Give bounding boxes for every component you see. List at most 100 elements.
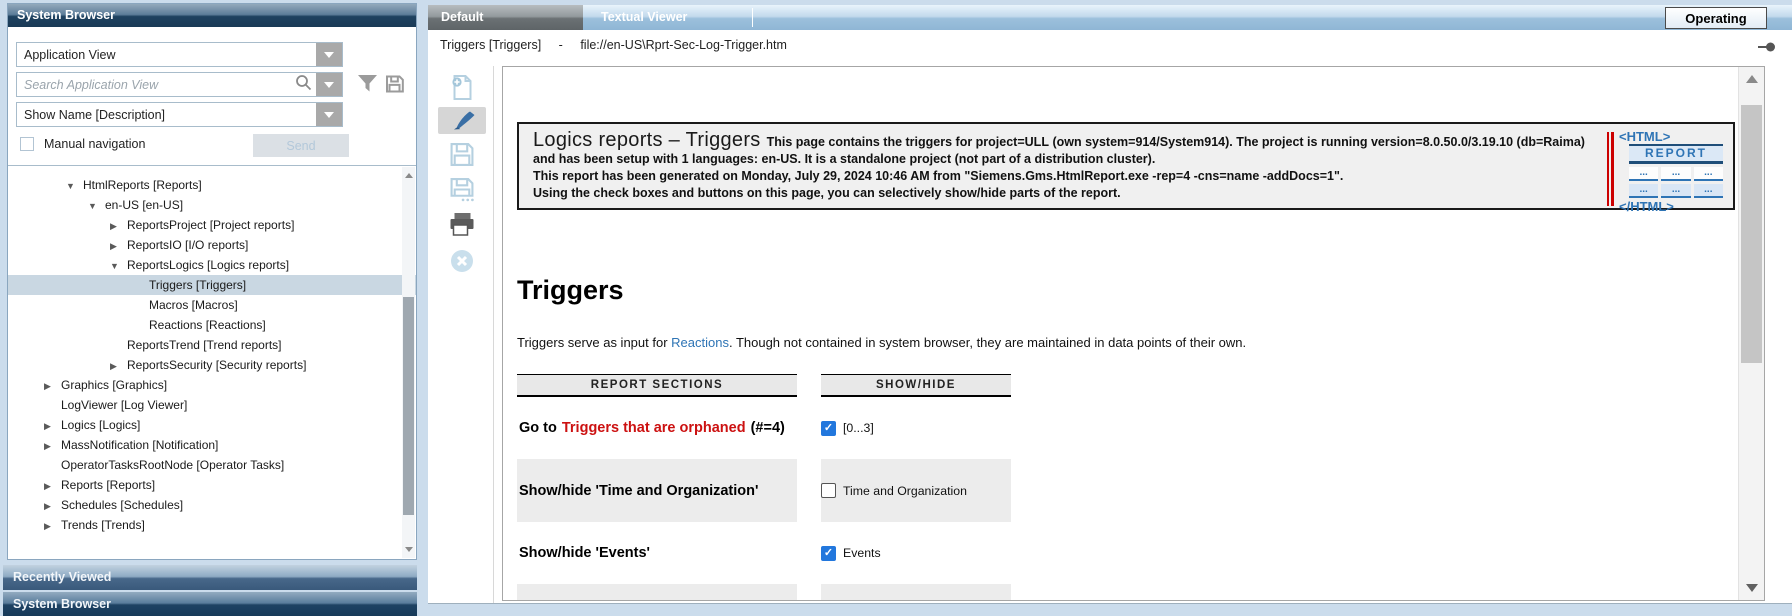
- tree-item-label: Reports [Reports]: [61, 478, 155, 492]
- tree-item[interactable]: OperatorTasksRootNode [Operator Tasks]: [8, 455, 416, 475]
- operating-mode-button[interactable]: Operating: [1665, 7, 1767, 29]
- tree-item-label: ReportsLogics [Logics reports]: [127, 258, 289, 272]
- collapse-arrow-icon[interactable]: ▼: [88, 196, 105, 216]
- tree-scrollbar[interactable]: [402, 167, 415, 558]
- expand-arrow-icon[interactable]: ▶: [44, 436, 61, 456]
- logo-report-word: REPORT: [1629, 144, 1723, 164]
- scroll-down-icon[interactable]: [405, 547, 413, 552]
- intro-text: Triggers serve as input for: [517, 335, 671, 350]
- checkbox-checked[interactable]: ✓: [821, 546, 836, 561]
- checkbox-unchecked[interactable]: [821, 483, 836, 498]
- tree-item[interactable]: ▼HtmlReports [Reports]: [8, 175, 416, 195]
- tree-item[interactable]: ▶ReportsProject [Project reports]: [8, 215, 416, 235]
- tree-scrollbar-thumb[interactable]: [403, 297, 414, 515]
- tree-item[interactable]: ▶ReportsIO [I/O reports]: [8, 235, 416, 255]
- search-options-chevron-icon[interactable]: [316, 73, 342, 96]
- print-button[interactable]: [449, 212, 476, 242]
- pin-icon[interactable]: [1758, 40, 1776, 58]
- tree-item-label: en-US [en-US]: [105, 198, 183, 212]
- tab-default[interactable]: Default: [428, 5, 583, 30]
- expand-arrow-icon[interactable]: ▶: [44, 476, 61, 496]
- manual-navigation-checkbox[interactable]: [20, 137, 34, 151]
- filter-icon[interactable]: [357, 74, 379, 95]
- tree-item[interactable]: ▶Schedules [Schedules]: [8, 495, 416, 515]
- table-row-label: Show/hide 'Time and Organization': [517, 459, 797, 522]
- search-input[interactable]: [17, 73, 295, 96]
- logo-html-open-tag: <HTML>: [1619, 130, 1723, 144]
- save-as-button[interactable]: [450, 177, 475, 207]
- manual-navigation-label: Manual navigation: [44, 137, 145, 151]
- tree-item-label: LogViewer [Log Viewer]: [61, 398, 187, 412]
- save-button[interactable]: [450, 142, 475, 172]
- expand-arrow-icon[interactable]: ▶: [44, 496, 61, 516]
- tree-item[interactable]: Macros [Macros]: [8, 295, 416, 315]
- display-mode-selector[interactable]: Show Name [Description]: [16, 102, 343, 127]
- tree-item[interactable]: ▼en-US [en-US]: [8, 195, 416, 215]
- report-header-text: Logics reports – TriggersThis page conta…: [519, 124, 1733, 202]
- close-report-button[interactable]: [450, 249, 474, 278]
- report-intro-paragraph: Triggers serve as input for Reactions. T…: [517, 335, 1246, 350]
- tree-item[interactable]: ▶ReportsSecurity [Security reports]: [8, 355, 416, 375]
- tree-item[interactable]: ▶Reports [Reports]: [8, 475, 416, 495]
- checkbox-label: [0...3]: [843, 421, 874, 435]
- tree-item-label: Graphics [Graphics]: [61, 378, 167, 392]
- column-header-show-hide: SHOW/HIDE: [821, 374, 1011, 397]
- scroll-down-icon[interactable]: [1746, 584, 1758, 592]
- tree-item-label: HtmlReports [Reports]: [83, 178, 202, 192]
- content-scrollbar-thumb[interactable]: [1741, 105, 1762, 363]
- tree-item[interactable]: Reactions [Reactions]: [8, 315, 416, 335]
- save-filter-icon[interactable]: [384, 74, 406, 95]
- expand-arrow-icon[interactable]: ▶: [110, 356, 127, 376]
- report-viewport: Logics reports – TriggersThis page conta…: [502, 66, 1765, 601]
- column-header-report-sections: REPORT SECTIONS: [517, 374, 797, 397]
- expand-arrow-icon[interactable]: ▶: [44, 416, 61, 436]
- scroll-up-icon[interactable]: [405, 173, 413, 178]
- chevron-down-icon[interactable]: [316, 43, 342, 66]
- content-scrollbar[interactable]: [1738, 67, 1764, 600]
- tree-item[interactable]: Triggers [Triggers]: [8, 275, 416, 295]
- expand-arrow-icon[interactable]: ▶: [110, 216, 127, 236]
- reactions-link[interactable]: Reactions: [671, 335, 729, 350]
- project-name: ULL: [1025, 135, 1049, 149]
- scroll-up-icon[interactable]: [1746, 75, 1758, 83]
- row-label: Show/hide 'Time and Organization': [519, 483, 758, 499]
- row-label: Show/hide 'Events': [519, 545, 650, 561]
- send-button[interactable]: Send: [253, 134, 349, 157]
- orphaned-triggers-link[interactable]: Triggers that are orphaned: [562, 420, 746, 436]
- tree-item[interactable]: ▶Graphics [Graphics]: [8, 375, 416, 395]
- view-selector-value: Application View: [17, 48, 316, 62]
- report-header-box: Logics reports – TriggersThis page conta…: [517, 122, 1735, 210]
- checkbox-label: Time and Organization: [843, 484, 967, 498]
- tree-item[interactable]: LogViewer [Log Viewer]: [8, 395, 416, 415]
- tree-item[interactable]: ▶Logics [Logics]: [8, 415, 416, 435]
- checkbox-checked[interactable]: ✓: [821, 421, 836, 436]
- expand-arrow-icon[interactable]: ▶: [44, 516, 61, 536]
- collapse-arrow-icon[interactable]: ▼: [110, 256, 127, 276]
- tree-item-label: MassNotification [Notification]: [61, 438, 218, 452]
- search-icon[interactable]: [295, 74, 312, 96]
- collapse-arrow-icon[interactable]: ▼: [66, 176, 83, 196]
- logo-html-close-tag: </HTML>: [1619, 200, 1723, 214]
- recently-viewed-bar[interactable]: Recently Viewed: [3, 565, 417, 590]
- new-report-button[interactable]: [450, 74, 475, 106]
- tab-textual-viewer[interactable]: Textual Viewer: [588, 5, 750, 30]
- tree-item-label: Schedules [Schedules]: [61, 498, 183, 512]
- tree-item[interactable]: ▶MassNotification [Notification]: [8, 435, 416, 455]
- tree-item-label: Macros [Macros]: [149, 298, 238, 312]
- tree-item[interactable]: ▶Trends [Trends]: [8, 515, 416, 535]
- chevron-down-icon[interactable]: [316, 103, 342, 126]
- expand-arrow-icon[interactable]: ▶: [44, 376, 61, 396]
- tree-item[interactable]: ReportsTrend [Trend reports]: [8, 335, 416, 355]
- logo-table-icon: ... ... ... ... ... ...: [1629, 167, 1723, 198]
- toolbar-divider: [493, 66, 494, 603]
- checkbox-label: Events: [843, 546, 881, 560]
- tree-item-label: ReportsProject [Project reports]: [127, 218, 294, 232]
- table-row-value: [821, 584, 1011, 601]
- edit-pen-button[interactable]: [438, 107, 486, 134]
- row-label-suffix: (#=4): [751, 420, 785, 436]
- tree-item-label: ReportsTrend [Trend reports]: [127, 338, 282, 352]
- expand-arrow-icon[interactable]: ▶: [110, 236, 127, 256]
- tree-item[interactable]: ▼ReportsLogics [Logics reports]: [8, 255, 416, 275]
- system-browser-bar[interactable]: System Browser: [3, 592, 417, 616]
- view-selector[interactable]: Application View: [16, 42, 343, 67]
